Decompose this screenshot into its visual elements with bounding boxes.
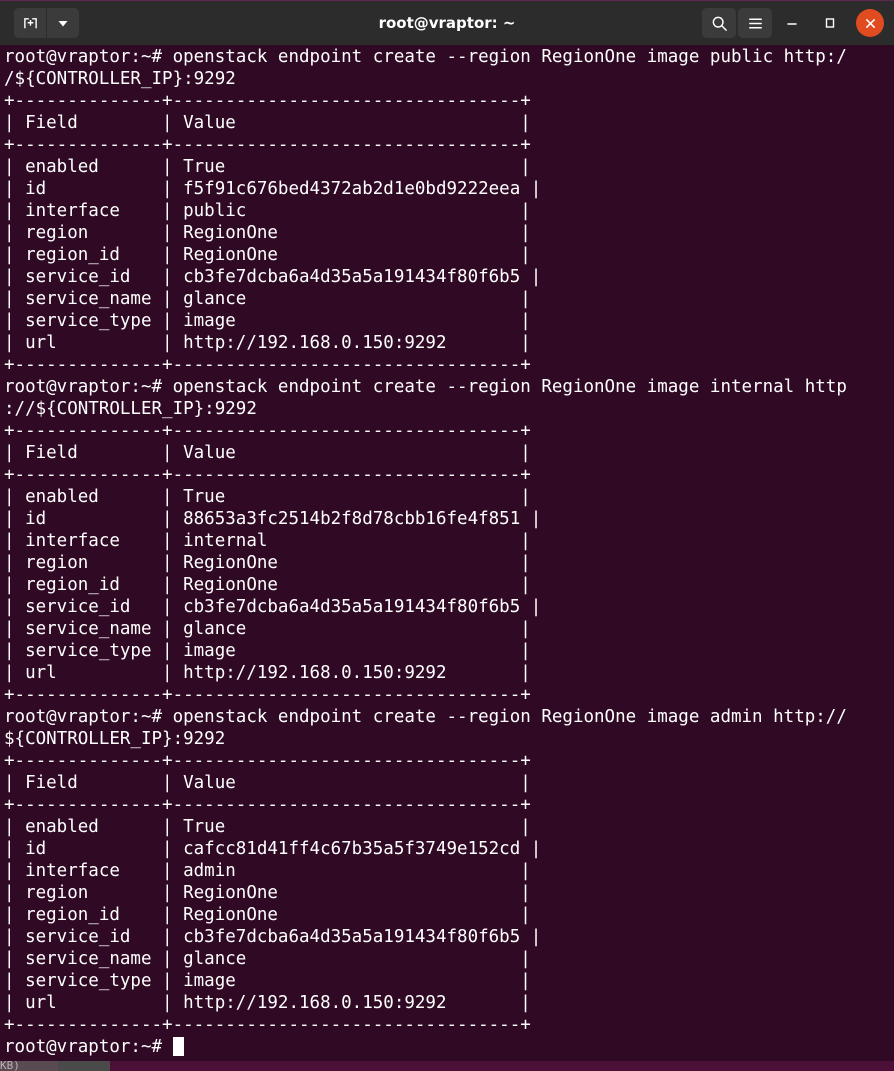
- minimize-icon: [784, 15, 800, 31]
- terminal-line: | url | http://192.168.0.150:9292 |: [4, 662, 894, 684]
- terminal-output-area[interactable]: root@vraptor:~# openstack endpoint creat…: [0, 45, 894, 1071]
- terminal-line: | interface | public |: [4, 200, 894, 222]
- terminal-line: | enabled | True |: [4, 486, 894, 508]
- terminal-line: +--------------+------------------------…: [4, 134, 894, 156]
- terminal-line: | id | cafcc81d41ff4c67b35a5f3749e152cd …: [4, 838, 894, 860]
- terminal-line: | service_type | image |: [4, 970, 894, 992]
- terminal-line: +--------------+------------------------…: [4, 684, 894, 706]
- terminal-line: /${CONTROLLER_IP}:9292: [4, 68, 894, 90]
- terminal-line: +--------------+------------------------…: [4, 1014, 894, 1036]
- chevron-down-icon: [57, 17, 69, 29]
- terminal-line: +--------------+------------------------…: [4, 354, 894, 376]
- close-button[interactable]: [856, 9, 884, 37]
- terminal-line: | region_id | RegionOne |: [4, 904, 894, 926]
- titlebar-left-controls: [6, 8, 79, 38]
- terminal-line: | Field | Value |: [4, 772, 894, 794]
- terminal-line: root@vraptor:~# openstack endpoint creat…: [4, 376, 894, 398]
- terminal-line: | region | RegionOne |: [4, 552, 894, 574]
- terminal-line: +--------------+------------------------…: [4, 464, 894, 486]
- terminal-line: | Field | Value |: [4, 112, 894, 134]
- search-icon: [711, 15, 728, 32]
- terminal-line: root@vraptor:~# openstack endpoint creat…: [4, 46, 894, 68]
- terminal-line: | url | http://192.168.0.150:9292 |: [4, 992, 894, 1014]
- terminal-line: | enabled | True |: [4, 816, 894, 838]
- terminal-window: root@vraptor: ~: [0, 0, 894, 1071]
- terminal-line: | service_name | glance |: [4, 288, 894, 310]
- maximize-button[interactable]: [812, 8, 848, 38]
- terminal-line: | region_id | RegionOne |: [4, 574, 894, 596]
- title-bar[interactable]: root@vraptor: ~: [0, 0, 894, 45]
- terminal-line: | Field | Value |: [4, 442, 894, 464]
- terminal-line: | service_name | glance |: [4, 948, 894, 970]
- terminal-line: +--------------+------------------------…: [4, 750, 894, 772]
- terminal-active-prompt-line: root@vraptor:~#: [4, 1036, 894, 1058]
- terminal-line: ${CONTROLLER_IP}:9292: [4, 728, 894, 750]
- terminal-line: | id | 88653a3fc2514b2f8d78cbb16fe4f851 …: [4, 508, 894, 530]
- terminal-line: | interface | admin |: [4, 860, 894, 882]
- terminal-line: +--------------+------------------------…: [4, 90, 894, 112]
- terminal-line: | service_id | cb3fe7dcba6a4d35a5a191434…: [4, 596, 894, 618]
- terminal-scrollback: root@vraptor:~# openstack endpoint creat…: [4, 46, 894, 1036]
- terminal-line: | service_id | cb3fe7dcba6a4d35a5a191434…: [4, 926, 894, 948]
- terminal-line: | service_type | image |: [4, 640, 894, 662]
- titlebar-right-controls: [702, 8, 888, 38]
- terminal-cursor: [173, 1037, 184, 1056]
- terminal-line: | service_name | glance |: [4, 618, 894, 640]
- terminal-line: | id | f5f91c676bed4372ab2d1e0bd9222eea …: [4, 178, 894, 200]
- terminal-line: | region | RegionOne |: [4, 222, 894, 244]
- terminal-line: +--------------+------------------------…: [4, 420, 894, 442]
- terminal-line: | interface | internal |: [4, 530, 894, 552]
- search-button[interactable]: [702, 8, 736, 38]
- terminal-line: root@vraptor:~# openstack endpoint creat…: [4, 706, 894, 728]
- tab-controls-group: [14, 8, 79, 38]
- terminal-line: | service_id | cb3fe7dcba6a4d35a5a191434…: [4, 266, 894, 288]
- minimize-button[interactable]: [774, 8, 810, 38]
- menu-button[interactable]: [738, 8, 772, 38]
- hamburger-menu-icon: [747, 15, 764, 32]
- new-tab-button[interactable]: [14, 8, 46, 38]
- maximize-icon: [822, 15, 838, 31]
- tab-list-button[interactable]: [46, 8, 79, 38]
- terminal-line: | region | RegionOne |: [4, 882, 894, 904]
- terminal-line: | service_type | image |: [4, 310, 894, 332]
- terminal-line: | enabled | True |: [4, 156, 894, 178]
- new-tab-icon: [23, 16, 38, 31]
- prompt-text: root@vraptor:~#: [4, 1037, 173, 1057]
- terminal-line: +--------------+------------------------…: [4, 794, 894, 816]
- terminal-line: | url | http://192.168.0.150:9292 |: [4, 332, 894, 354]
- close-icon: [864, 17, 877, 30]
- terminal-line: ://${CONTROLLER_IP}:9292: [4, 398, 894, 420]
- terminal-line: | region_id | RegionOne |: [4, 244, 894, 266]
